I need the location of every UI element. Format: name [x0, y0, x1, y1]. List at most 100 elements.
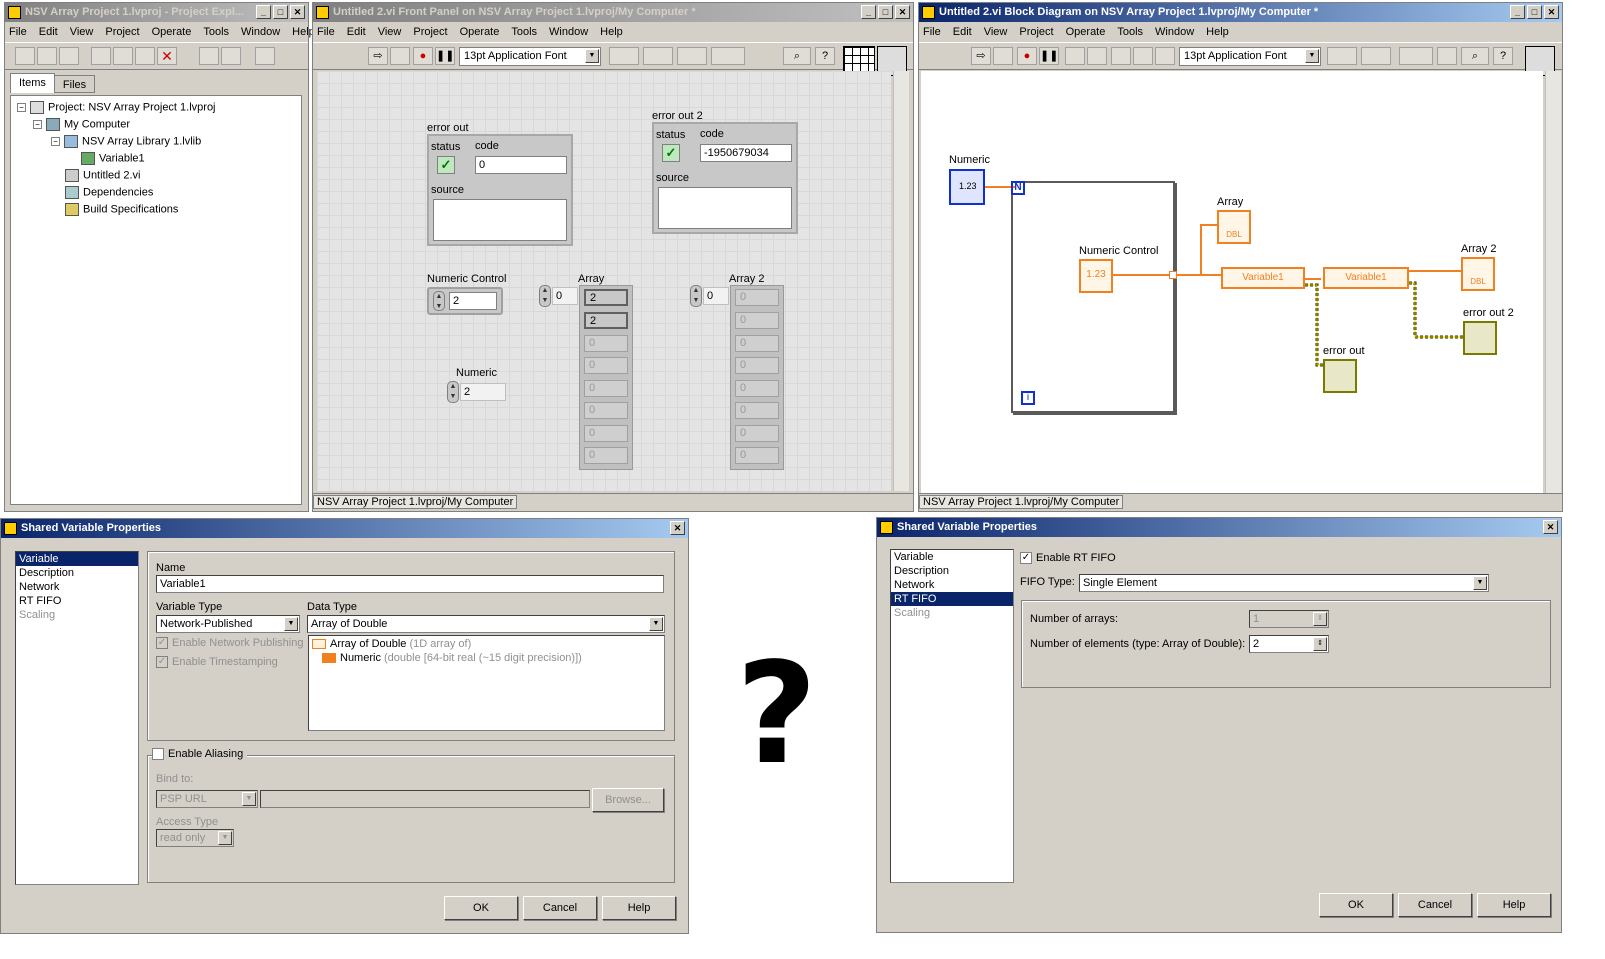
font-dropdown[interactable]: 13pt Application Font ▼	[459, 47, 601, 66]
array-2-terminal[interactable]: DBL	[1461, 257, 1495, 291]
category-rt-fifo[interactable]: RT FIFO	[16, 594, 138, 608]
block-diagram-titlebar[interactable]: Untitled 2.vi Block Diagram on NSV Array…	[919, 3, 1562, 22]
distribute-icon[interactable]	[1361, 47, 1391, 65]
maximize-button[interactable]: □	[1527, 5, 1542, 19]
category-scaling[interactable]: Scaling	[16, 608, 138, 622]
tree-item-vi[interactable]: Untitled 2.vi	[65, 169, 140, 182]
font-dropdown[interactable]: 13pt Application Font ▼	[1179, 47, 1321, 66]
chevron-down-icon[interactable]: ▼	[1473, 576, 1487, 590]
reorder-icon[interactable]	[1399, 47, 1433, 65]
source-field[interactable]	[433, 199, 567, 241]
enable-rt-fifo-checkbox[interactable]: ✓ Enable RT FIFO	[1020, 552, 1116, 565]
align-icon[interactable]	[1327, 47, 1357, 65]
tab-files[interactable]: Files	[54, 75, 96, 93]
menu-tools[interactable]: Tools	[511, 26, 537, 38]
block-diagram-canvas[interactable]: Numeric 1.23 N i Numeric Control 1.23 Ar…	[921, 71, 1543, 493]
abort-icon[interactable]: ●	[1017, 47, 1037, 65]
menu-window[interactable]: Window	[241, 26, 280, 38]
cut-icon[interactable]	[91, 47, 111, 65]
collapse-icon[interactable]: −	[51, 137, 60, 146]
numeric-control-terminal[interactable]: 1.23	[1079, 259, 1113, 293]
chevron-down-icon[interactable]: ▼	[242, 792, 256, 806]
access-type-select[interactable]: read only ▼	[156, 829, 234, 847]
source-field[interactable]	[658, 187, 792, 229]
array-cell[interactable]: 0	[735, 312, 779, 329]
shared-variable-read-node[interactable]: Variable1	[1323, 267, 1409, 289]
help-button[interactable]: Help	[602, 896, 676, 920]
numeric-control-value[interactable]: 2	[449, 292, 497, 310]
chevron-down-icon[interactable]: ▼	[649, 617, 663, 631]
menu-file[interactable]: File	[923, 26, 941, 38]
menu-project[interactable]: Project	[105, 26, 139, 38]
category-network[interactable]: Network	[891, 578, 1013, 592]
enable-timestamping-checkbox[interactable]: ✓ Enable Timestamping	[156, 656, 278, 669]
menu-operate[interactable]: Operate	[152, 26, 192, 38]
menu-help[interactable]: Help	[600, 26, 623, 38]
menu-window[interactable]: Window	[1155, 26, 1194, 38]
align-icon[interactable]	[609, 47, 639, 65]
shared-variable-write-node[interactable]: Variable1	[1221, 267, 1305, 289]
close-button[interactable]: ✕	[895, 5, 910, 19]
highlight-execution-icon[interactable]	[1065, 47, 1085, 65]
menu-tools[interactable]: Tools	[203, 26, 229, 38]
run-continuously-icon[interactable]	[390, 47, 410, 65]
menu-edit[interactable]: Edit	[953, 26, 972, 38]
abort-icon[interactable]: ●	[413, 47, 433, 65]
cancel-button[interactable]: Cancel	[523, 896, 597, 920]
step-over-icon[interactable]	[1133, 47, 1153, 65]
tree-item-dependencies[interactable]: Dependencies	[65, 186, 153, 199]
array-cell[interactable]: 0	[735, 380, 779, 397]
array-cell[interactable]: 0	[584, 357, 628, 374]
menu-view[interactable]: View	[378, 26, 402, 38]
array-index[interactable]: 0	[552, 287, 578, 305]
category-description[interactable]: Description	[16, 566, 138, 580]
help-button[interactable]: Help	[1477, 893, 1551, 917]
maximize-button[interactable]: □	[273, 5, 288, 19]
increment-spinner[interactable]: ▲ ▼	[433, 291, 445, 311]
array-cell[interactable]: 0	[584, 402, 628, 419]
category-rt-fifo[interactable]: RT FIFO	[891, 592, 1013, 606]
retain-wire-values-icon[interactable]	[1087, 47, 1107, 65]
type-tree-item[interactable]: Numeric (double [64-bit real (~15 digit …	[322, 652, 582, 664]
loop-count-terminal[interactable]: N	[1011, 181, 1025, 195]
tree-item-project[interactable]: − Project: NSV Array Project 1.lvproj	[17, 101, 216, 114]
fifo-type-select[interactable]: Single Element ▼	[1079, 574, 1489, 592]
array-cell[interactable]: 2	[584, 312, 628, 329]
tree-item-my-computer[interactable]: − My Computer	[33, 118, 130, 131]
category-description[interactable]: Description	[891, 564, 1013, 578]
status-check-icon[interactable]: ✓	[437, 156, 455, 174]
run-arrow-icon[interactable]: ⇨	[971, 47, 991, 65]
array-cell[interactable]: 0	[735, 447, 779, 464]
number-of-arrays-input[interactable]: 1 ⇕	[1249, 610, 1329, 628]
menu-edit[interactable]: Edit	[347, 26, 366, 38]
save-icon[interactable]	[59, 47, 79, 65]
numeric-value[interactable]: 2	[460, 383, 506, 401]
error-out-terminal[interactable]	[1323, 359, 1357, 393]
array-cell[interactable]: 0	[735, 289, 779, 306]
front-panel-titlebar[interactable]: Untitled 2.vi Front Panel on NSV Array P…	[313, 3, 913, 22]
paste-icon[interactable]	[135, 47, 155, 65]
menu-help[interactable]: Help	[1206, 26, 1229, 38]
menu-operate[interactable]: Operate	[1066, 26, 1106, 38]
bind-to-path-input[interactable]	[260, 790, 590, 808]
menu-edit[interactable]: Edit	[39, 26, 58, 38]
minimize-button[interactable]: _	[861, 5, 876, 19]
menu-operate[interactable]: Operate	[460, 26, 500, 38]
step-out-icon[interactable]	[1155, 47, 1175, 65]
menu-project[interactable]: Project	[413, 26, 447, 38]
close-button[interactable]: ✕	[1544, 5, 1559, 19]
dialog-titlebar[interactable]: Shared Variable Properties ✕	[1, 519, 688, 538]
view-icon[interactable]	[255, 47, 275, 65]
reorder-icon[interactable]	[711, 47, 745, 65]
category-variable[interactable]: Variable	[891, 550, 1013, 564]
array-2-index[interactable]: 0	[703, 287, 729, 305]
menu-view[interactable]: View	[70, 26, 94, 38]
project-explorer-titlebar[interactable]: NSV Array Project 1.lvproj - Project Exp…	[5, 3, 308, 22]
checkbox-icon[interactable]: ✓	[1020, 552, 1032, 565]
run-arrow-icon[interactable]: ⇨	[368, 47, 388, 65]
menu-file[interactable]: File	[9, 26, 27, 38]
minimize-button[interactable]: _	[256, 5, 271, 19]
array-2-index-spinner[interactable]: ▲ ▼	[690, 285, 702, 307]
data-type-select[interactable]: Array of Double ▼	[307, 615, 665, 633]
maximize-button[interactable]: □	[878, 5, 893, 19]
